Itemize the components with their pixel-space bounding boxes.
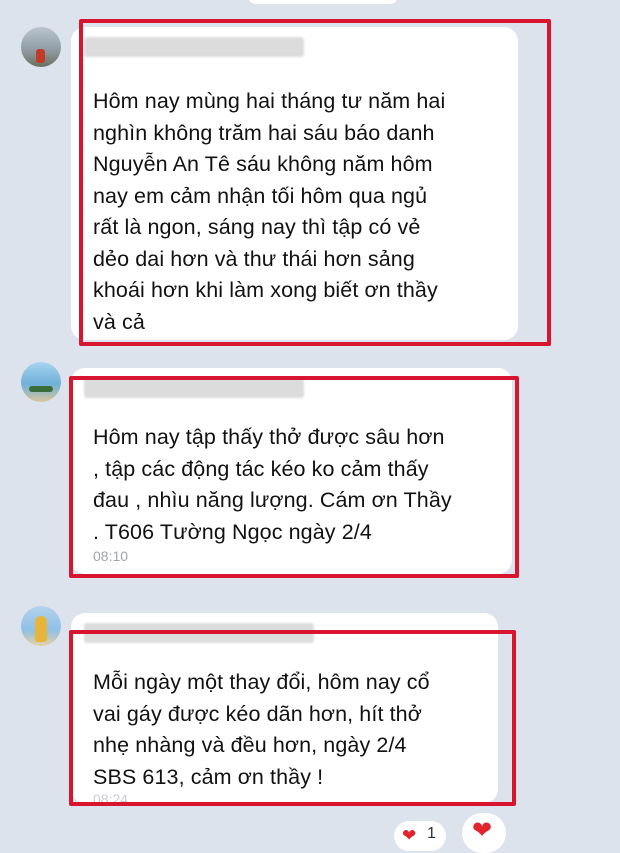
previous-message-stub [248,0,398,4]
message-line: Hôm nay tập thấy thở được sâu hơn [93,425,445,449]
message-timestamp: 08:10 [93,548,129,564]
message-line: và cả [93,309,145,334]
message-line: Mỗi ngày một thay đổi, hôm nay cổ [93,670,430,694]
reaction-summary[interactable]: ❤ 1 [394,821,446,851]
message-line: nhẹ nhàng và đều hơn, ngày 2/4 [93,733,407,757]
message-text: Mỗi ngày một thay đổi, hôm nay cổ vai gá… [93,667,430,793]
message-text: Hôm nay mùng hai tháng tư năm hai nghìn … [93,86,445,338]
message-line: rất là ngon, sáng nay thì tập có vẻ [93,215,421,239]
message-line: nay em cảm nhận tối hôm qua ngủ [93,183,428,208]
heart-icon: ❤ [402,826,417,845]
message-line: khoái hơn khi làm xong biết ơn thầy [93,278,438,302]
message-timestamp: 08:24 [93,791,129,807]
message-line: SBS 613, cảm ơn thầy ! [93,764,324,789]
message-line: nghìn không trăm hai sáu báo danh [93,120,435,145]
sender-name-redacted [84,378,304,398]
sender-name-redacted [84,623,314,643]
message-bubble[interactable]: Mỗi ngày một thay đổi, hôm nay cổ vai gá… [71,613,498,807]
sender-name-redacted [84,37,304,57]
avatar[interactable] [21,606,61,646]
avatar[interactable] [21,27,61,67]
message-line: . T606 Tường Ngọc ngày 2/4 [93,519,372,544]
reaction-count: 1 [427,825,436,842]
message-line: Nguyễn An Tê sáu không năm hôm [93,152,433,176]
message-line: dẻo dai hơn và thư thái hơn sảng [93,246,415,271]
message-text: Hôm nay tập thấy thở được sâu hơn , tập … [93,422,452,548]
message-line: , tập các động tác kéo ko cảm thấy [93,456,429,481]
message-line: Hôm nay mùng hai tháng tư năm hai [93,89,446,113]
message-bubble[interactable]: Hôm nay mùng hai tháng tư năm hai nghìn … [71,27,518,340]
message-bubble[interactable]: Hôm nay tập thấy thở được sâu hơn , tập … [71,368,512,574]
heart-icon: ❤ [472,817,493,844]
message-line: vai gáy được kéo dãn hơn, hít thở [93,701,422,726]
react-button[interactable]: ❤ [462,813,506,853]
avatar[interactable] [21,362,61,402]
message-line: đau , nhìu năng lượng. Cám ơn Thầy [93,488,452,512]
